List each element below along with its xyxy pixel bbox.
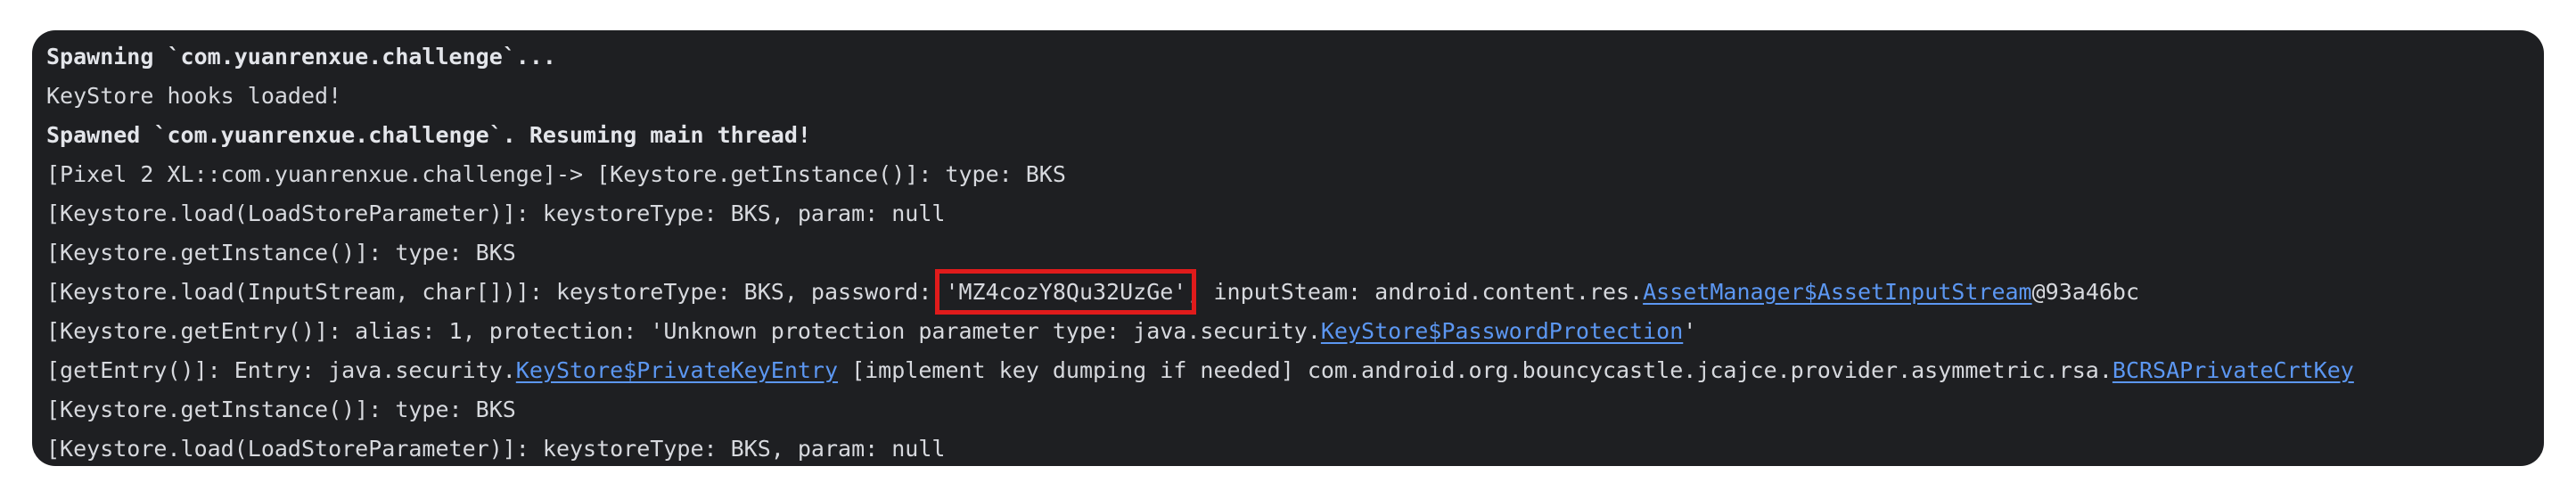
- log-line-load-parameter-2: [Keystore.load(LoadStoreParameter)]: key…: [46, 436, 946, 462]
- log-text: , inputSteam: android.content.res.: [1186, 279, 1644, 305]
- log-line-spawning: Spawning `com.yuanrenxue.challenge`...: [46, 44, 556, 70]
- log-line-spawned: Spawned `com.yuanrenxue.challenge`. Resu…: [46, 122, 811, 148]
- log-text: [Keystore.getEntry()]: alias: 1, protect…: [46, 318, 1321, 344]
- log-line-entry: [getEntry()]: Entry: java.security.KeySt…: [46, 351, 2354, 390]
- log-text: [getEntry()]: Entry: java.security.: [46, 357, 516, 383]
- log-line-getentry: [Keystore.getEntry()]: alias: 1, protect…: [46, 312, 1696, 351]
- terminal-output[interactable]: Spawning `com.yuanrenxue.challenge`... K…: [32, 30, 2544, 466]
- log-text: ': [1683, 318, 1697, 344]
- password-highlight: 'MZ4cozY8Qu32UzGe': [935, 269, 1197, 315]
- class-link-bcrsa-private-crt-key[interactable]: BCRSAPrivateCrtKey: [2112, 357, 2354, 383]
- log-line-load-parameter: [Keystore.load(LoadStoreParameter)]: key…: [46, 200, 946, 226]
- class-link-asset-input-stream[interactable]: AssetManager$AssetInputStream: [1643, 279, 2032, 305]
- log-line-getinstance-2: [Keystore.getInstance()]: type: BKS: [46, 397, 516, 422]
- log-text: [implement key dumping if needed] com.an…: [838, 357, 2112, 383]
- log-line-getinstance-prompt: [Pixel 2 XL::com.yuanrenxue.challenge]->…: [46, 161, 1066, 187]
- log-line-getinstance: [Keystore.getInstance()]: type: BKS: [46, 240, 516, 266]
- log-text: @93a46bc: [2031, 279, 2140, 305]
- log-line-hooks-loaded: KeyStore hooks loaded!: [46, 83, 342, 109]
- class-link-password-protection[interactable]: KeyStore$PasswordProtection: [1321, 318, 1683, 344]
- class-link-private-key-entry[interactable]: KeyStore$PrivateKeyEntry: [516, 357, 838, 383]
- log-line-load-inputstream: [Keystore.load(InputStream, char[])]: ke…: [46, 269, 2140, 315]
- log-text: [Keystore.load(InputStream, char[])]: ke…: [46, 279, 946, 305]
